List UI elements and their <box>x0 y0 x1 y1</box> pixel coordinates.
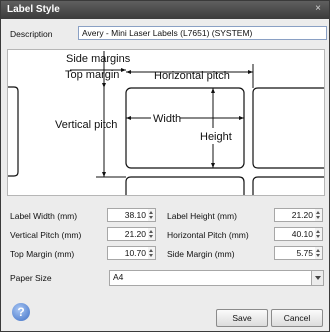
vertical-pitch-arrowhead <box>102 172 106 177</box>
paper-size-dropdown-button[interactable] <box>311 271 323 285</box>
chevron-up-icon[interactable] <box>316 249 320 252</box>
label-style-dialog: Label Style × Description Avery - Mini L… <box>0 0 330 332</box>
label-outline-main <box>125 87 245 169</box>
label-width-input[interactable]: 38.10 <box>107 208 149 222</box>
paper-size-value: A4 <box>113 272 124 282</box>
horizontal-pitch-arrowhead-left <box>126 70 131 74</box>
width-arrowhead-left <box>126 116 131 120</box>
label-height-label: Label Height (mm) <box>167 211 237 221</box>
description-input[interactable]: Avery - Mini Laser Labels (L7651) (SYSTE… <box>78 26 327 40</box>
chevron-down-icon[interactable] <box>149 235 153 238</box>
chevron-down-icon[interactable] <box>316 254 320 257</box>
label-height-input[interactable]: 21.20 <box>274 208 316 222</box>
chevron-down-icon[interactable] <box>149 254 153 257</box>
top-margin-text: Top margin <box>65 69 119 81</box>
title-bar: Label Style × <box>1 1 329 19</box>
cancel-button[interactable]: Cancel <box>271 309 323 327</box>
label-width-label: Label Width (mm) <box>10 211 78 221</box>
description-label: Description <box>10 29 53 39</box>
label-height-spinner[interactable] <box>315 208 323 222</box>
horizontal-pitch-text: Horizontal pitch <box>154 70 230 82</box>
label-outline-below-right <box>252 176 324 195</box>
label-outline-left <box>8 86 19 177</box>
vertical-pitch-text: Vertical pitch <box>55 119 117 131</box>
vertical-pitch-input[interactable]: 21.20 <box>107 227 149 241</box>
side-margin-input[interactable]: 5.75 <box>274 246 316 260</box>
label-outline-right <box>252 87 324 169</box>
vertical-pitch-spinner[interactable] <box>148 227 156 241</box>
side-margin-spinner[interactable] <box>315 246 323 260</box>
width-text: Width <box>153 113 181 125</box>
side-margin-label: Side Margin (mm) <box>167 249 235 259</box>
chevron-up-icon[interactable] <box>149 230 153 233</box>
paper-size-label: Paper Size <box>10 273 52 283</box>
height-text: Height <box>200 131 232 143</box>
top-margin-input[interactable]: 10.70 <box>107 246 149 260</box>
chevron-down-icon <box>315 276 321 280</box>
label-diagram-svg: Side margins Top margin Horizontal pitch… <box>8 51 324 195</box>
help-icon[interactable]: ? <box>12 303 30 321</box>
top-margin-spinner[interactable] <box>148 246 156 260</box>
vertical-pitch-label: Vertical Pitch (mm) <box>10 230 82 240</box>
horizontal-pitch-spinner[interactable] <box>315 227 323 241</box>
chevron-down-icon[interactable] <box>316 216 320 219</box>
top-margin-label: Top Margin (mm) <box>10 249 75 259</box>
paper-size-select[interactable]: A4 <box>109 270 324 286</box>
side-margins-text: Side margins <box>66 53 131 65</box>
label-outline-below <box>125 176 245 195</box>
label-width-spinner[interactable] <box>148 208 156 222</box>
top-margin-arrowhead <box>102 83 106 88</box>
chevron-up-icon[interactable] <box>316 230 320 233</box>
window-title: Label Style <box>7 4 60 15</box>
side-margins-arrowhead <box>121 68 126 72</box>
chevron-down-icon[interactable] <box>316 235 320 238</box>
save-button[interactable]: Save <box>216 309 268 327</box>
height-arrowhead-bottom <box>211 163 215 168</box>
label-diagram: Side margins Top margin Horizontal pitch… <box>7 49 325 196</box>
close-icon[interactable]: × <box>312 3 324 15</box>
chevron-up-icon[interactable] <box>149 211 153 214</box>
chevron-up-icon[interactable] <box>149 249 153 252</box>
chevron-up-icon[interactable] <box>316 211 320 214</box>
horizontal-pitch-arrowhead-right <box>248 70 253 74</box>
horizontal-pitch-input[interactable]: 40.10 <box>274 227 316 241</box>
chevron-down-icon[interactable] <box>149 216 153 219</box>
width-arrowhead-right <box>239 116 244 120</box>
horizontal-pitch-label: Horizontal Pitch (mm) <box>167 230 249 240</box>
height-arrowhead-top <box>211 88 215 93</box>
